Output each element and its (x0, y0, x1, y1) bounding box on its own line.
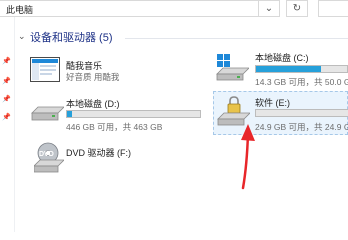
drive-space-text: 446 GB 可用，共 463 GB (66, 122, 163, 132)
tile-name: 本地磁盘 (C:) (255, 53, 309, 63)
bitlocker-drive-icon (217, 96, 250, 126)
refresh-button[interactable]: ↻ (286, 0, 308, 17)
tile-kuwo-music[interactable]: 酷我音乐 好音质 用酷我 (28, 55, 208, 87)
tile-drive-e[interactable]: 软件 (E:) 24.9 GB 可用，共 24.9 GB (213, 91, 348, 135)
tile-drive-d[interactable]: 本地磁盘 (D:) 446 GB 可用，共 463 GB (28, 93, 208, 135)
group-divider (125, 38, 348, 39)
address-path[interactable]: 此电脑 (6, 3, 33, 16)
navigation-pane[interactable]: 📌 📌 📌 📌 (0, 17, 15, 232)
tile-name: DVD 驱动器 (F:) (66, 148, 131, 158)
search-input[interactable] (318, 0, 348, 17)
chevron-down-icon: ⌄ (264, 3, 274, 14)
dvd-label: DVD (39, 151, 54, 158)
pin-icon: 📌 (2, 58, 11, 65)
tile-name: 本地磁盘 (D:) (66, 99, 120, 109)
tile-drive-c[interactable]: 本地磁盘 (C:) 14.3 GB 可用，共 50.0 GB (213, 48, 348, 88)
drive-usage-bar (255, 65, 348, 73)
pin-icon: 📌 (2, 78, 11, 85)
drive-usage-bar (255, 109, 348, 117)
tile-name: 软件 (E:) (255, 98, 290, 108)
drive-space-text: 14.3 GB 可用，共 50.0 GB (255, 77, 348, 87)
address-bar[interactable]: 此电脑 (0, 0, 280, 17)
hard-drive-icon (31, 106, 64, 121)
kuwo-app-icon (30, 57, 60, 82)
pin-icon: 📌 (2, 96, 11, 103)
dvd-drive-icon: DVD (34, 142, 64, 173)
drive-usage-bar (66, 110, 201, 118)
group-title[interactable]: 设备和驱动器 (5) (30, 29, 113, 45)
windows-drive-icon (216, 54, 249, 81)
drive-space-text: 24.9 GB 可用，共 24.9 GB (255, 122, 348, 132)
pin-icon: 📌 (2, 114, 11, 121)
tile-dvd-drive-f[interactable]: DVD DVD 驱动器 (F:) (28, 140, 208, 176)
drive-usage-fill (256, 66, 321, 72)
tile-description: 好音质 用酷我 (66, 72, 120, 82)
drive-usage-fill (67, 111, 73, 117)
group-collapse-chevron-icon[interactable]: ⌄ (18, 31, 26, 42)
address-dropdown-button[interactable]: ⌄ (258, 0, 280, 17)
refresh-icon: ↻ (292, 3, 302, 14)
